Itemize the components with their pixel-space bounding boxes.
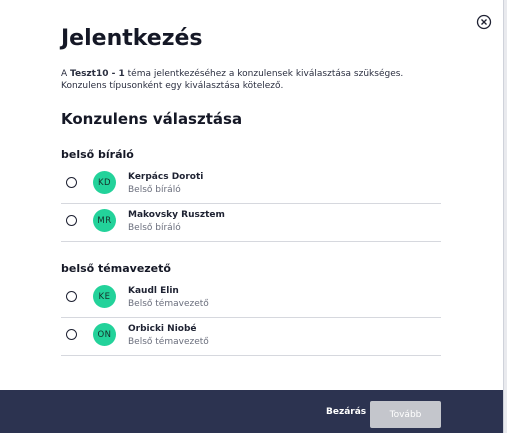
consultant-option[interactable]: ON Orbicki Niobé Belső témavezető — [61, 317, 441, 356]
consultant-role: Belső bíráló — [128, 223, 181, 233]
consultant-option[interactable]: MR Makovsky Rusztem Belső bíráló — [61, 203, 441, 242]
dialog-footer: Bezárás Tovább — [0, 390, 503, 433]
group-title-internal-reviewer: belső bíráló — [61, 148, 134, 161]
section-title: Konzulens választása — [61, 110, 243, 128]
radio-button[interactable] — [66, 329, 77, 340]
consultant-option[interactable]: KE Kaudl Elin Belső témavezető — [61, 279, 441, 318]
avatar: KD — [93, 171, 116, 194]
consultant-name: Orbicki Niobé — [128, 324, 197, 334]
avatar: KE — [93, 285, 116, 308]
radio-button[interactable] — [66, 215, 77, 226]
close-circle-icon[interactable] — [476, 14, 492, 30]
consultant-role: Belső témavezető — [128, 299, 209, 309]
avatar: MR — [93, 209, 116, 232]
consultant-name: Makovsky Rusztem — [128, 210, 225, 220]
enrollment-dialog: Jelentkezés A Teszt10 - 1 téma jelentkez… — [0, 0, 504, 433]
consultant-name: Kerpács Doroti — [128, 172, 204, 182]
consultant-option[interactable]: KD Kerpács Doroti Belső bíráló — [61, 165, 441, 204]
avatar: ON — [93, 323, 116, 346]
next-button[interactable]: Tovább — [370, 401, 441, 428]
intro-topic: Teszt10 - 1 — [70, 69, 125, 79]
intro-text: A Teszt10 - 1 téma jelentkezéséhez a kon… — [61, 68, 451, 92]
dialog-title: Jelentkezés — [61, 26, 203, 51]
consultant-role: Belső témavezető — [128, 337, 209, 347]
radio-button[interactable] — [66, 291, 77, 302]
close-button[interactable]: Bezárás — [326, 407, 366, 417]
group-title-internal-supervisor: belső témavezető — [61, 262, 171, 275]
consultant-role: Belső bíráló — [128, 185, 181, 195]
radio-button[interactable] — [66, 177, 77, 188]
consultant-name: Kaudl Elin — [128, 286, 179, 296]
intro-prefix: A — [61, 69, 71, 79]
